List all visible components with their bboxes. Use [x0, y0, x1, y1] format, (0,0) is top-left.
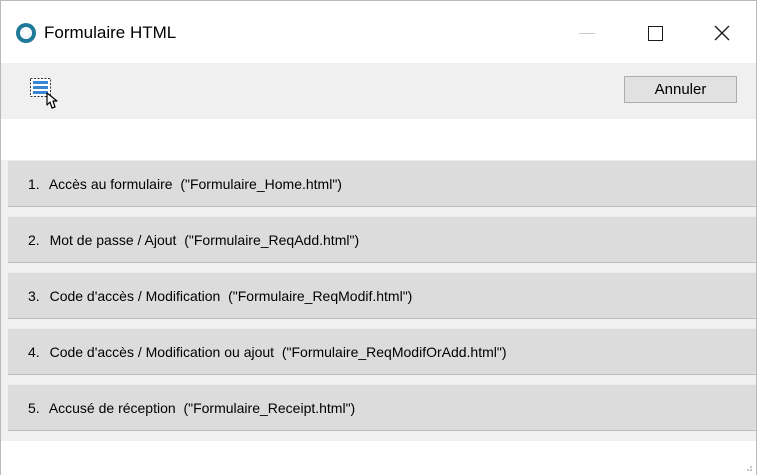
window-title: Formulaire HTML — [44, 23, 177, 42]
menu-item-file: ("Formulaire_ReqModif.html") — [228, 288, 413, 304]
menu-item-req-add[interactable]: 2. Mot de passe / Ajout ("Formulaire_Req… — [8, 216, 756, 263]
menu-item-label: Code d'accès / Modification — [49, 288, 221, 304]
menu-item-label: Code d'accès / Modification ou ajout — [49, 344, 275, 360]
menu-item-number: 1. — [28, 176, 40, 192]
minimize-button[interactable] — [564, 11, 610, 55]
minimize-icon — [579, 32, 595, 34]
menu-item-file: ("Formulaire_Receipt.html") — [183, 400, 356, 416]
menu-item-label: Mot de passe / Ajout — [49, 232, 177, 248]
maximize-icon — [647, 25, 663, 41]
menu-item-label: Accusé de réception — [48, 400, 176, 416]
menu-item-number: 2. — [28, 232, 40, 248]
menu-item-receipt[interactable]: 5. Accusé de réception ("Formulaire_Rece… — [8, 384, 756, 431]
menu-item-file: ("Formulaire_Home.html") — [180, 176, 342, 192]
menu-item-label: Accès au formulaire — [48, 176, 173, 192]
menu-item-number: 4. — [28, 344, 40, 360]
close-icon — [714, 25, 730, 41]
spacer — [1, 119, 756, 160]
resize-grip-icon[interactable] — [743, 462, 753, 472]
html-form-cursor-icon[interactable] — [29, 77, 63, 111]
dialog-window: Formulaire HTML Annuler 1. Accès au form… — [0, 0, 757, 475]
menu-item-file: ("Formulaire_ReqAdd.html") — [184, 232, 360, 248]
menu-item-req-modif-or-add[interactable]: 4. Code d'accès / Modification ou ajout … — [8, 328, 756, 375]
cancel-button[interactable]: Annuler — [624, 76, 737, 103]
menu-item-home[interactable]: 1. Accès au formulaire ("Formulaire_Home… — [8, 160, 756, 207]
menu-item-number: 5. — [28, 400, 40, 416]
close-button[interactable] — [699, 11, 745, 55]
maximize-button[interactable] — [632, 11, 678, 55]
title-bar[interactable]: Formulaire HTML — [1, 1, 756, 63]
menu-item-req-modif[interactable]: 3. Code d'accès / Modification ("Formula… — [8, 272, 756, 319]
footer-area — [1, 441, 756, 475]
app-logo-icon — [16, 23, 36, 43]
menu-item-file: ("Formulaire_ReqModifOrAdd.html") — [281, 344, 507, 360]
menu-item-number: 3. — [28, 288, 40, 304]
